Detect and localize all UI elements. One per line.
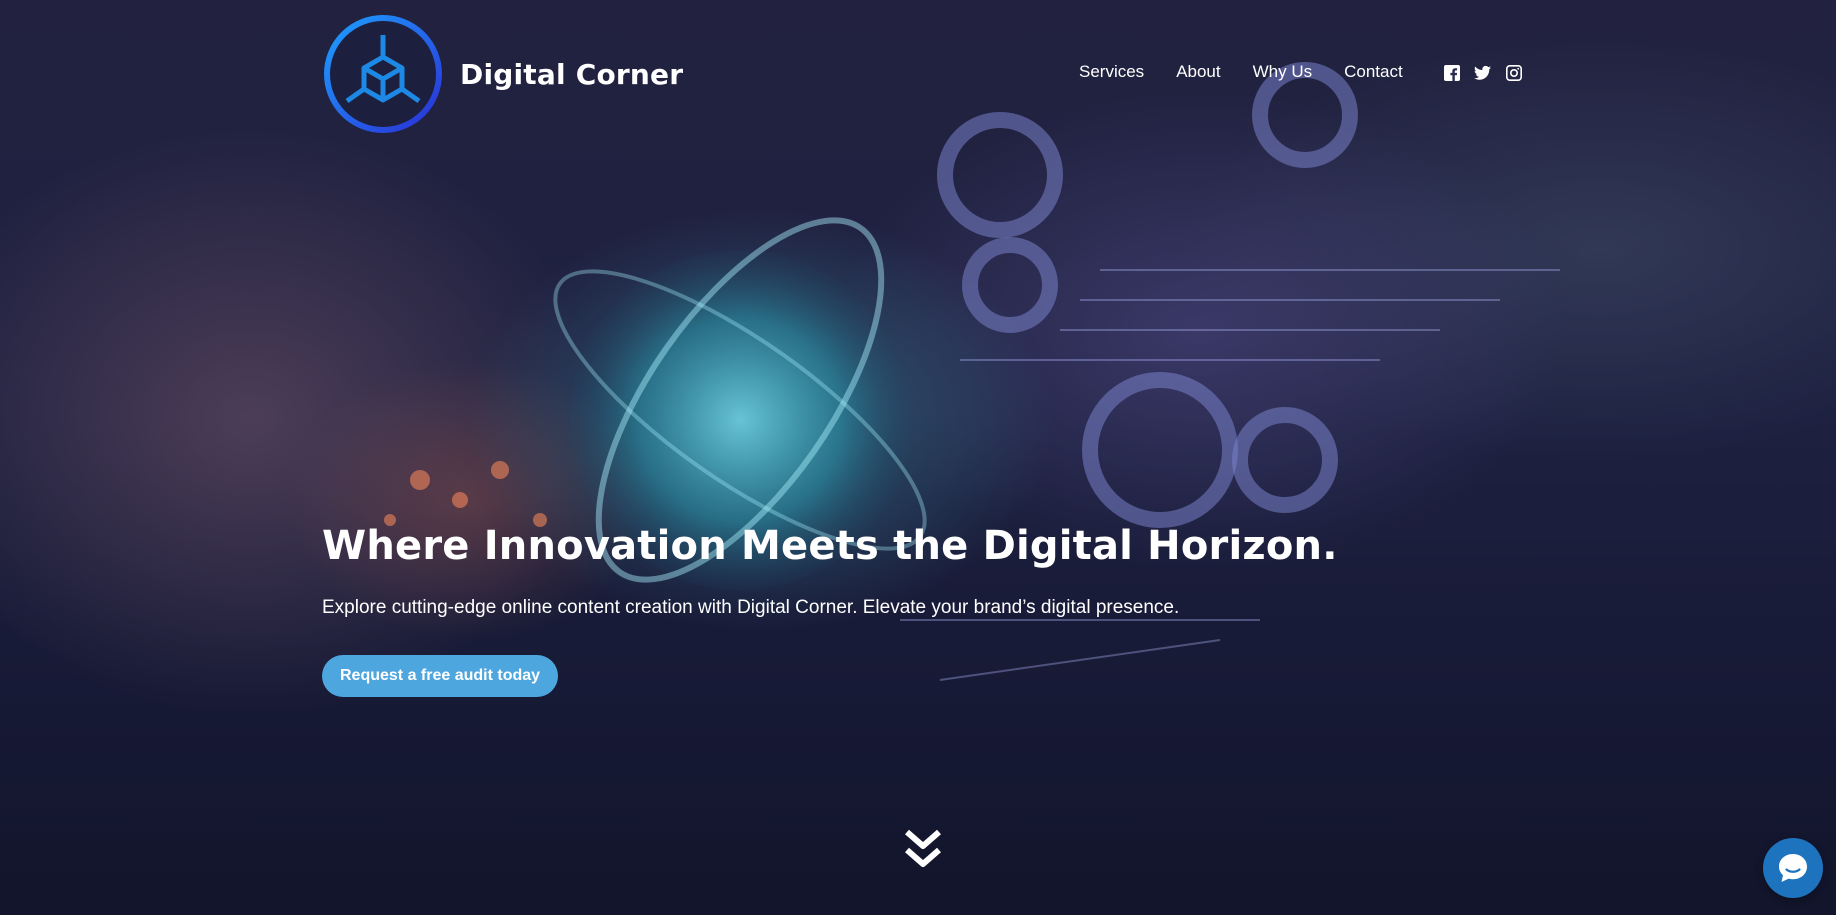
double-chevron-down-icon[interactable] [903,828,943,872]
hero-background [0,0,1836,915]
brand-name: Digital Corner [460,57,684,91]
request-audit-button[interactable]: Request a free audit today [322,655,559,697]
social-links [1443,64,1522,81]
hero-subline: Explore cutting-edge online content crea… [322,597,1180,618]
tech-illustration [384,62,1560,681]
nav-contact[interactable]: Contact [1344,62,1403,82]
cube-network-icon [324,15,442,133]
chat-widget-button[interactable] [1763,838,1823,898]
nav-services[interactable]: Services [1079,62,1144,82]
nav-why-us[interactable]: Why Us [1253,62,1313,82]
twitter-icon[interactable] [1474,64,1491,81]
gear-cluster [937,62,1358,528]
main-nav: Services About Why Us Contact [1079,62,1435,82]
hero-headline: Where Innovation Meets the Digital Horiz… [322,523,1338,569]
brand-logo[interactable]: Digital Corner [322,13,683,135]
instagram-icon[interactable] [1505,64,1522,81]
nav-about[interactable]: About [1176,62,1220,82]
chat-bubble-icon [1779,854,1807,882]
glow-particles [384,461,547,527]
facebook-icon[interactable] [1443,64,1460,81]
